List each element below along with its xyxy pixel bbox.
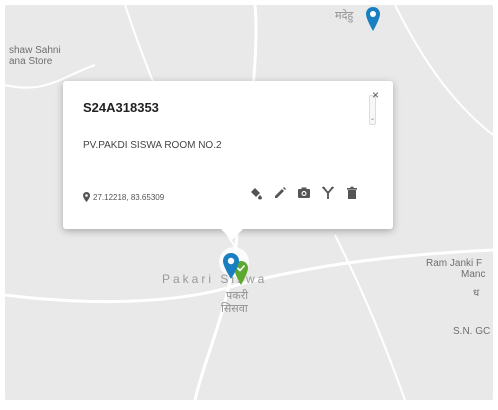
close-button[interactable]: × (372, 89, 379, 101)
info-window-tail (221, 229, 243, 240)
map-canvas[interactable]: shaw Sahni ana Store मदेहु Pakari Siswa … (5, 5, 493, 400)
place-label: ध (473, 288, 480, 299)
site-address: PV.PAKDI SISWA ROOM NO.2 (83, 140, 222, 151)
pin-small-icon (83, 192, 90, 202)
camera-icon[interactable] (297, 186, 311, 200)
edit-pencil-icon[interactable] (273, 186, 287, 200)
place-label: Ram Janki F (426, 258, 483, 269)
location-pin-icon[interactable] (366, 7, 380, 36)
village-label: Pakari Siswa (162, 272, 268, 286)
scroll-down-icon[interactable]: ⌄ (370, 116, 375, 122)
info-window-toolbar (249, 186, 359, 200)
branch-icon[interactable] (321, 186, 335, 200)
location-pin-icon[interactable] (223, 253, 239, 284)
trash-icon[interactable] (345, 186, 359, 200)
place-label: ana Store (9, 56, 53, 67)
coordinates-text: 27.12218, 83.65309 (93, 192, 165, 202)
fill-color-icon[interactable] (249, 186, 263, 200)
info-window: S24A318353 PV.PAKDI SISWA ROOM NO.2 27.1… (63, 81, 393, 240)
place-label: shaw Sahni (9, 45, 61, 56)
place-label: S.N. GC (453, 326, 491, 337)
site-id: S24A318353 (83, 100, 159, 115)
village-label-hindi: सिसवा (221, 303, 248, 315)
coordinates: 27.12218, 83.65309 (83, 192, 164, 202)
place-label: मदेहु (335, 10, 354, 22)
place-label: Manc (461, 269, 486, 280)
